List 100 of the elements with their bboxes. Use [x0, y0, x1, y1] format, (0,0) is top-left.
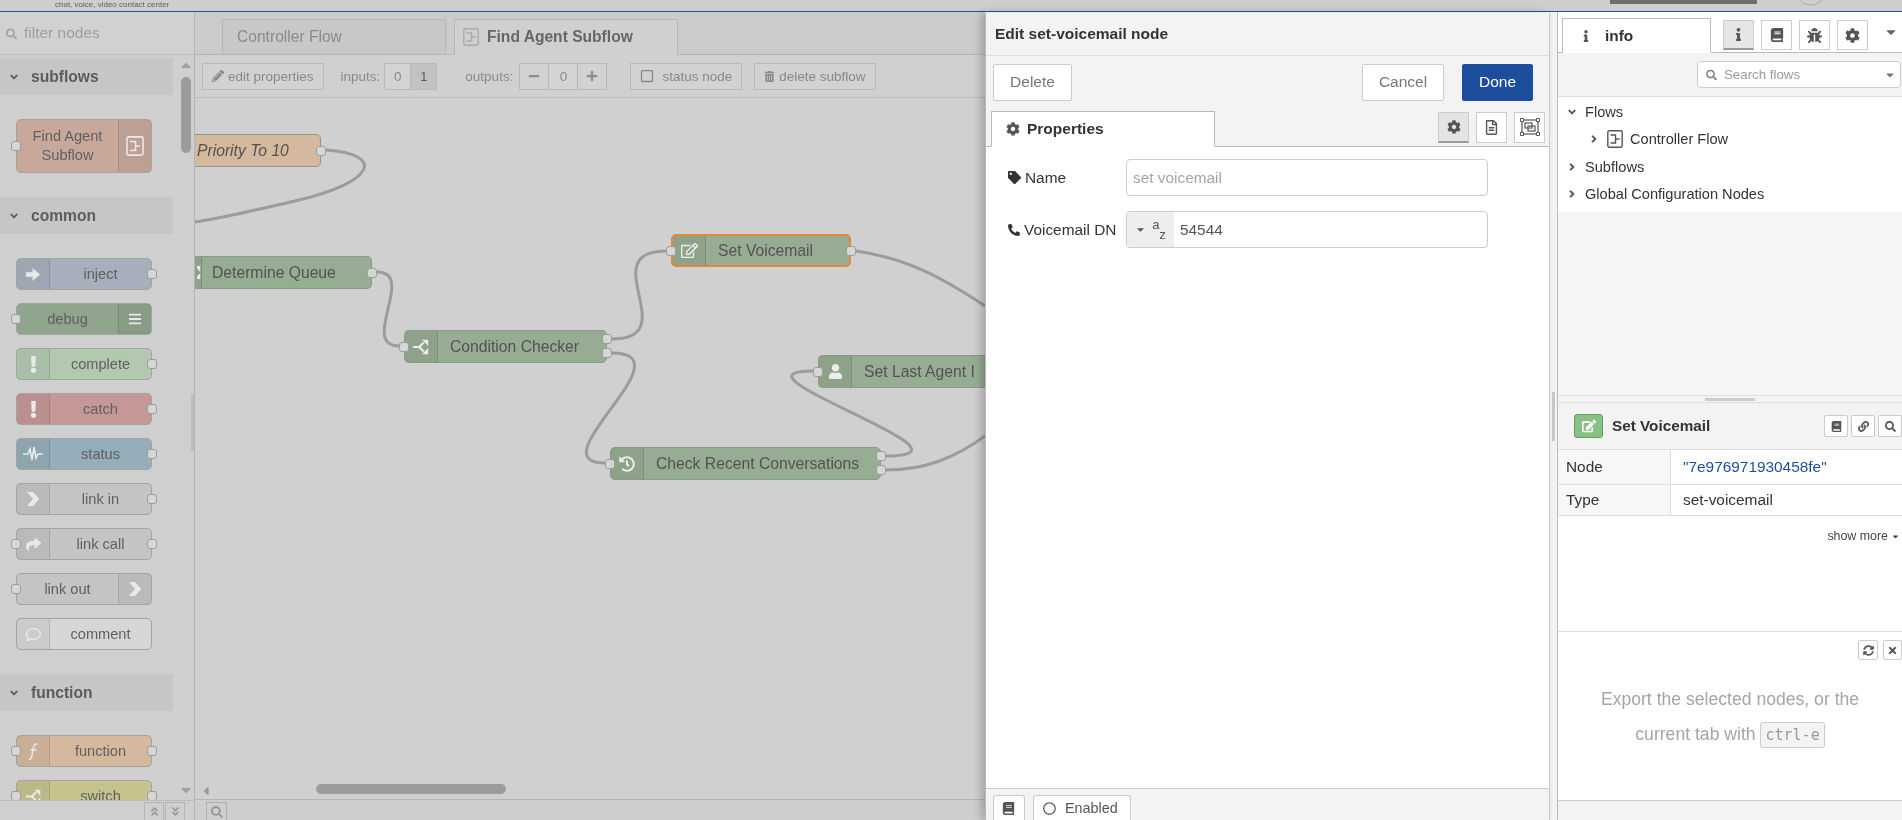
double-chevron-down-icon [169, 806, 181, 817]
book-icon [1769, 28, 1784, 42]
edit-properties-button[interactable]: edit properties [202, 62, 324, 90]
flow-node[interactable]: Set Voicemail [671, 234, 851, 267]
palette-node[interactable]: link call [16, 528, 152, 560]
flow-node[interactable]: Priority To 10 [195, 134, 321, 167]
tree-item[interactable]: Flows [1558, 98, 1902, 126]
show-more-link[interactable]: show more [1827, 529, 1900, 543]
output-port [147, 449, 157, 459]
palette-node[interactable]: inject [16, 258, 152, 290]
pencil-icon [212, 70, 224, 82]
debug-button[interactable] [1799, 20, 1830, 50]
lines-icon [128, 312, 142, 326]
resize-handle[interactable] [1552, 391, 1555, 441]
flow-tab[interactable]: Controller Flow [222, 19, 446, 55]
palette-node[interactable]: complete [16, 348, 152, 380]
status-node-toggle[interactable]: status node [630, 62, 743, 90]
fork-arrow-icon [197, 264, 201, 281]
properties-tab[interactable]: Properties [991, 111, 1215, 147]
palette-node[interactable]: debug [16, 303, 152, 335]
bug-icon [1807, 27, 1822, 43]
help-button[interactable] [1824, 415, 1848, 437]
tree-item[interactable]: Subflows [1558, 153, 1902, 181]
flow-diagram-icon [126, 136, 144, 156]
edit-icon [680, 242, 698, 259]
inputs-label: inputs: [340, 68, 381, 84]
text-input[interactable]: set voicemail [1126, 159, 1488, 196]
output-port [846, 245, 856, 256]
info-tab[interactable]: info [1562, 18, 1711, 53]
scrollbar-thumb[interactable] [316, 784, 506, 794]
help-button[interactable] [993, 795, 1025, 820]
trash-icon [764, 70, 776, 82]
flow-diagram-icon [463, 28, 479, 46]
tag-icon [1008, 171, 1021, 184]
flow-node[interactable]: Check Recent Conversations [610, 447, 881, 480]
flow-node[interactable]: Condition Checker [404, 330, 607, 363]
palette-node[interactable]: catch [16, 393, 152, 425]
dialog-title: Edit set-voicemail node [986, 13, 1549, 56]
cancel-button[interactable]: Cancel [1362, 63, 1444, 101]
input-port [11, 746, 21, 756]
link-button[interactable] [1851, 415, 1875, 437]
description-view-button[interactable] [1476, 111, 1507, 143]
chevron-arrow-icon [26, 491, 40, 507]
flow-tab[interactable]: Find Agent Subflow [454, 19, 678, 55]
outputs-label: outputs: [465, 68, 514, 84]
document-icon [1484, 119, 1499, 135]
category-header[interactable]: common [0, 197, 173, 234]
close-button[interactable] [1883, 640, 1902, 660]
category-header[interactable]: subflows [0, 58, 173, 95]
delete-button[interactable]: Delete [993, 63, 1072, 101]
property-key: Type [1558, 485, 1671, 515]
gear-icon [1845, 27, 1860, 43]
function-icon [27, 741, 39, 761]
flow-node[interactable]: Set Last Agent I [818, 355, 985, 388]
enabled-toggle[interactable]: Enabled [1033, 795, 1131, 820]
double-chevron-up-icon [148, 806, 160, 817]
palette-node[interactable]: comment [16, 618, 152, 650]
circle-arc-icon [1800, 0, 1822, 6]
properties-view-button[interactable] [1438, 111, 1469, 143]
edit-icon [1574, 414, 1603, 438]
help-button[interactable] [1761, 20, 1792, 50]
shortcut-key: ctrl-e [1760, 722, 1825, 748]
output-port [147, 494, 157, 504]
done-button[interactable]: Done [1462, 63, 1533, 101]
scrollbar-thumb[interactable] [180, 77, 191, 153]
input-port [11, 314, 21, 324]
delete-subflow-button[interactable]: delete subflow [754, 62, 876, 90]
output-port [316, 145, 326, 156]
info-button[interactable] [1723, 20, 1754, 50]
outputs-field[interactable]: 0 [549, 62, 578, 90]
inputs-option[interactable]: 1 [410, 62, 438, 90]
output-port [147, 539, 157, 549]
checkbox[interactable] [640, 69, 655, 83]
palette-node[interactable]: status [16, 438, 152, 470]
fork-arrow-icon [412, 337, 430, 356]
tree-item[interactable]: Controller Flow [1558, 125, 1902, 153]
output-port [147, 746, 157, 756]
palette-node[interactable]: switch [16, 780, 152, 800]
book-icon [1002, 801, 1015, 815]
palette-node[interactable]: function [16, 735, 152, 767]
palette-node[interactable]: link out [16, 573, 152, 605]
tree-item[interactable]: Global Configuration Nodes [1558, 180, 1902, 208]
flow-node[interactable]: Determine Queue [195, 256, 372, 289]
property-value: "7e976971930458fe" [1682, 457, 1827, 477]
appearance-view-button[interactable] [1514, 111, 1545, 143]
phone-icon [1008, 223, 1020, 236]
input-port [605, 458, 615, 469]
palette-node[interactable]: Find Agent Subflow [16, 119, 152, 173]
property-value: set-voicemail [1682, 490, 1773, 510]
search-field[interactable]: Search flows [1697, 61, 1901, 88]
inputs-option[interactable]: 0 [384, 62, 412, 90]
search-icon [1884, 420, 1896, 432]
header-tagline: chat, voice, video contact center [55, 0, 170, 10]
history-icon [619, 455, 635, 472]
palette-node[interactable]: link in [16, 483, 152, 515]
plus-icon [586, 70, 599, 82]
refresh-button[interactable] [1858, 640, 1878, 660]
config-button[interactable] [1837, 20, 1868, 50]
search-button[interactable] [1878, 415, 1902, 437]
category-header[interactable]: function [0, 674, 173, 711]
